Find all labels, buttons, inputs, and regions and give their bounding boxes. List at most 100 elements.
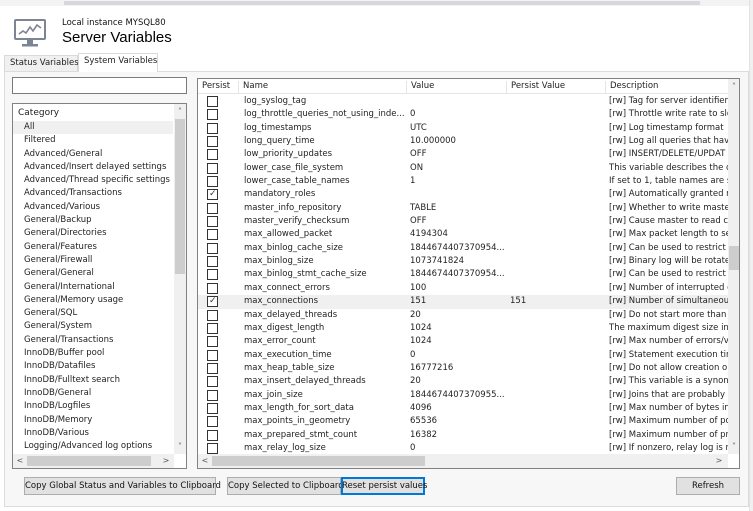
category-item[interactable]: General/General [13,267,173,280]
table-row[interactable]: max_delayed_threads 20 [rw] Do not start m… [198,309,728,322]
table-row[interactable]: max_points_in_geometry 65536 [rw] Maximum … [198,415,728,428]
tab-system-variables[interactable]: System Variables [78,53,158,72]
category-item[interactable]: Advanced/Transactions [13,187,173,200]
scroll-right-icon[interactable]: > [713,456,725,466]
persist-checkbox[interactable] [207,162,218,174]
grid-scroll-thumb[interactable] [729,246,739,270]
grid-vertical-scrollbar[interactable]: ˄ ˅ [728,79,739,454]
category-horizontal-scrollbar[interactable]: < > [13,454,174,468]
tab-status-variables[interactable]: Status Variables [4,55,79,72]
table-row[interactable]: max_binlog_cache_size 1844674407370954...… [198,242,728,255]
category-scroll-thumb[interactable] [175,119,185,274]
persist-checkbox[interactable] [207,122,218,134]
scroll-down-icon[interactable]: ˅ [174,442,186,452]
category-item[interactable]: General/Transactions [13,334,173,347]
persist-checkbox[interactable] [207,389,218,401]
persist-checkbox[interactable] [207,376,218,388]
column-header-value[interactable]: Value [406,81,506,94]
category-item[interactable]: InnoDB/Memory [13,414,173,427]
table-row[interactable]: mandatory_roles [rw] Automatically grante… [198,188,728,201]
scroll-down-icon[interactable]: ˅ [728,442,739,452]
category-item[interactable]: General/System [13,320,173,333]
table-row[interactable]: max_execution_time 0 [rw] Statement execut… [198,349,728,362]
persist-checkbox[interactable] [207,269,218,281]
table-row[interactable]: log_timestamps UTC [rw] Log timestamp form… [198,122,728,135]
table-row[interactable]: lower_case_table_names 1 If set to 1, tabl… [198,175,728,188]
table-row[interactable]: log_syslog_tag [rw] Tag for server identi… [198,95,728,108]
column-header-persist-value[interactable]: Persist Value [506,81,606,94]
table-row[interactable]: log_throttle_queries_not_using_inde... 0 [… [198,108,728,121]
table-row[interactable]: max_heap_table_size 16777216 [rw] Do not a… [198,362,728,375]
category-item[interactable]: General/Features [13,241,173,254]
persist-checkbox[interactable] [207,136,218,148]
grid-horizontal-scrollbar[interactable]: < > [198,454,728,468]
persist-checkbox[interactable] [207,216,218,228]
table-row[interactable]: max_prepared_stmt_count 16382 [rw] Maximum… [198,429,728,442]
persist-checkbox[interactable] [207,202,218,214]
category-item[interactable]: InnoDB/Buffer pool [13,347,173,360]
category-hscroll-thumb[interactable] [27,456,151,466]
table-row[interactable]: max_connect_errors 100 [rw] Number of inte… [198,282,728,295]
table-row[interactable]: max_allowed_packet 4194304 [rw] Max packet… [198,228,728,241]
category-item[interactable]: Advanced/Insert delayed settings [13,161,173,174]
persist-checkbox[interactable] [207,442,218,454]
persist-checkbox[interactable] [207,229,218,241]
scroll-up-icon[interactable]: ˄ [728,82,739,92]
refresh-button[interactable]: Refresh [676,477,740,495]
persist-checkbox[interactable] [207,188,218,201]
persist-checkbox[interactable] [207,256,218,268]
table-row[interactable]: max_binlog_size 1073741824 [rw] Binary log… [198,255,728,268]
category-item[interactable]: Advanced/General [13,148,173,161]
column-header-name[interactable]: Name [238,81,408,94]
table-row[interactable]: max_length_for_sort_data 4096 [rw] Max num… [198,402,728,415]
category-item[interactable]: General/Directories [13,227,173,240]
grid-hscroll-thumb[interactable] [212,456,425,466]
category-item[interactable]: InnoDB/Datafiles [13,360,173,373]
persist-checkbox[interactable] [207,362,218,374]
persist-checkbox[interactable] [207,109,218,121]
reset-persist-button[interactable]: Reset persist values [341,477,427,495]
persist-checkbox[interactable] [207,336,218,348]
category-item[interactable]: Advanced/Various [13,201,173,214]
category-item[interactable]: General/Backup [13,214,173,227]
table-row[interactable]: long_query_time 10.000000 [rw] Log all que… [198,135,728,148]
table-row[interactable]: lower_case_file_system ON This variable de… [198,162,728,175]
category-item[interactable]: General/Memory usage [13,294,173,307]
category-vertical-scrollbar[interactable]: ˄ ˅ [174,104,186,454]
scroll-left-icon[interactable]: < [199,456,211,466]
scroll-left-icon[interactable]: < [14,456,26,466]
persist-checkbox[interactable] [207,309,218,321]
persist-checkbox[interactable] [207,242,218,254]
category-item[interactable]: General/SQL [13,307,173,320]
category-item[interactable]: Logging/Advanced log options [13,440,173,453]
table-row[interactable]: master_info_repository TABLE [rw] Whether … [198,202,728,215]
column-header-description[interactable]: Description [605,81,728,94]
category-item[interactable]: InnoDB/Fulltext search [13,374,173,387]
column-header-persist[interactable]: Persist [198,81,238,94]
persist-checkbox[interactable] [207,402,218,414]
persist-checkbox[interactable] [207,176,218,188]
table-row[interactable]: master_verify_checksum OFF [rw] Cause mast… [198,215,728,228]
persist-checkbox[interactable] [207,349,218,361]
scroll-right-icon[interactable]: > [160,456,172,466]
category-item[interactable]: General/Firewall [13,254,173,267]
persist-checkbox[interactable] [207,322,218,334]
table-row[interactable]: low_priority_updates OFF [rw] INSERT/DELET… [198,148,728,161]
table-row[interactable]: max_digest_length 1024 The maximum digest … [198,322,728,335]
category-item[interactable]: InnoDB/Various [13,427,173,440]
category-item[interactable]: Advanced/Thread specific settings [13,174,173,187]
table-row[interactable]: max_binlog_stmt_cache_size 18446744073709… [198,268,728,281]
category-item[interactable]: All [13,121,173,135]
table-row[interactable]: max_connections 151 151 [rw] Number of simu… [198,295,728,309]
table-row[interactable]: max_join_size 1844674407370955... [rw] Joi… [198,389,728,402]
category-item[interactable]: InnoDB/Logfiles [13,400,173,413]
persist-checkbox[interactable] [207,149,218,161]
persist-checkbox[interactable] [207,416,218,428]
category-item[interactable]: Filtered [13,134,173,147]
category-item[interactable]: General/International [13,281,173,294]
copy-selected-button[interactable]: Copy Selected to Clipboard [227,477,344,495]
scroll-up-icon[interactable]: ˄ [174,107,186,117]
persist-checkbox[interactable] [207,429,218,441]
table-row[interactable]: max_insert_delayed_threads 20 [rw] This va… [198,375,728,388]
filter-input[interactable] [12,77,187,94]
